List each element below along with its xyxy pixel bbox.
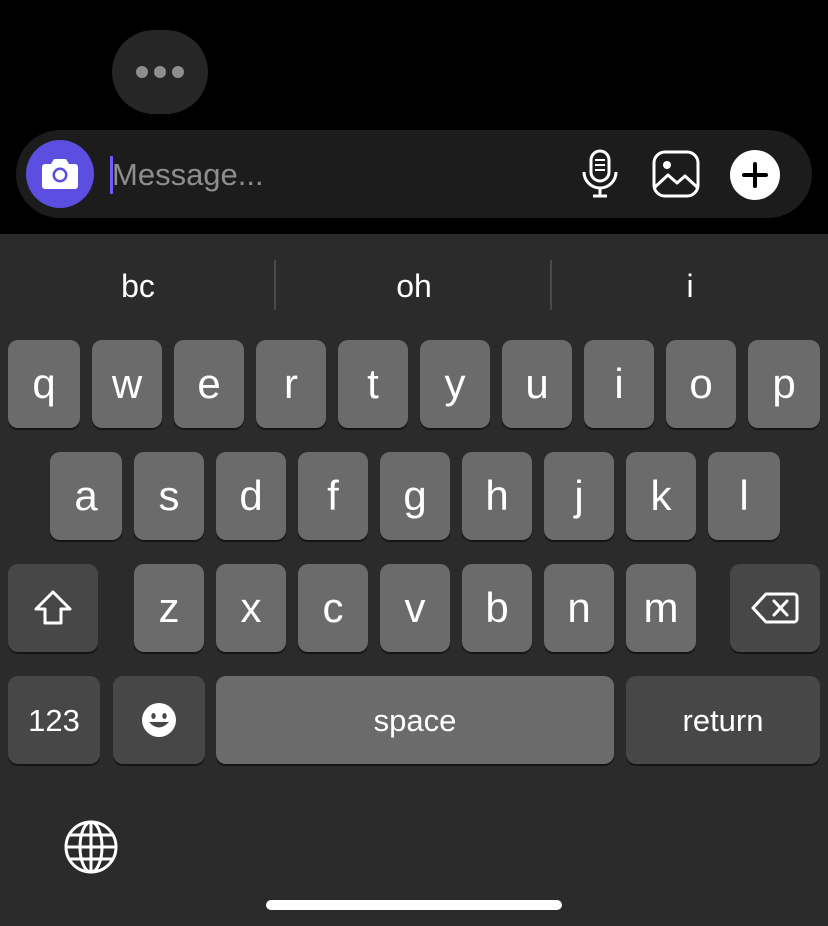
key-t[interactable]: t — [338, 340, 408, 428]
key-e[interactable]: e — [174, 340, 244, 428]
typing-dot — [154, 66, 166, 78]
key-m[interactable]: m — [626, 564, 696, 652]
gallery-icon — [652, 150, 700, 198]
key-c[interactable]: c — [298, 564, 368, 652]
message-composer — [16, 130, 812, 218]
numbers-key[interactable]: 123 — [8, 676, 100, 764]
key-d[interactable]: d — [216, 452, 286, 540]
space-key[interactable]: space — [216, 676, 614, 764]
suggestion-item[interactable]: i — [552, 260, 828, 312]
message-input[interactable] — [112, 152, 552, 198]
shift-key[interactable] — [8, 564, 98, 652]
suggestion-item[interactable]: bc — [0, 260, 276, 312]
key-a[interactable]: a — [50, 452, 122, 540]
camera-button[interactable] — [26, 140, 94, 208]
backspace-icon — [751, 592, 799, 624]
key-y[interactable]: y — [420, 340, 490, 428]
shift-icon — [34, 590, 72, 625]
key-r[interactable]: r — [256, 340, 326, 428]
typing-dot — [136, 66, 148, 78]
key-v[interactable]: v — [380, 564, 450, 652]
backspace-key[interactable] — [730, 564, 820, 652]
key-p[interactable]: p — [748, 340, 820, 428]
key-k[interactable]: k — [626, 452, 696, 540]
key-w[interactable]: w — [92, 340, 162, 428]
key-s[interactable]: s — [134, 452, 204, 540]
camera-icon — [42, 159, 78, 189]
key-j[interactable]: j — [544, 452, 614, 540]
globe-button[interactable] — [58, 814, 124, 880]
microphone-icon — [582, 149, 618, 198]
keyboard: bc oh i q w e r t y u i o p a s d f g h … — [0, 234, 828, 926]
key-h[interactable]: h — [462, 452, 532, 540]
key-l[interactable]: l — [708, 452, 780, 540]
plus-icon — [742, 162, 768, 188]
typing-indicator — [112, 30, 208, 114]
home-indicator[interactable] — [266, 900, 562, 910]
microphone-button[interactable] — [574, 148, 626, 200]
key-x[interactable]: x — [216, 564, 286, 652]
suggestion-bar: bc oh i — [0, 234, 828, 338]
key-b[interactable]: b — [462, 564, 532, 652]
return-key[interactable]: return — [626, 676, 820, 764]
emoji-key[interactable] — [113, 676, 205, 764]
key-f[interactable]: f — [298, 452, 368, 540]
key-q[interactable]: q — [8, 340, 80, 428]
typing-dot — [172, 66, 184, 78]
key-i[interactable]: i — [584, 340, 654, 428]
key-o[interactable]: o — [666, 340, 736, 428]
key-g[interactable]: g — [380, 452, 450, 540]
suggestion-item[interactable]: oh — [276, 260, 552, 312]
key-u[interactable]: u — [502, 340, 572, 428]
key-z[interactable]: z — [134, 564, 204, 652]
globe-icon — [64, 820, 118, 874]
emoji-icon — [142, 703, 176, 737]
key-n[interactable]: n — [544, 564, 614, 652]
gallery-button[interactable] — [650, 148, 702, 200]
add-button[interactable] — [730, 150, 780, 200]
